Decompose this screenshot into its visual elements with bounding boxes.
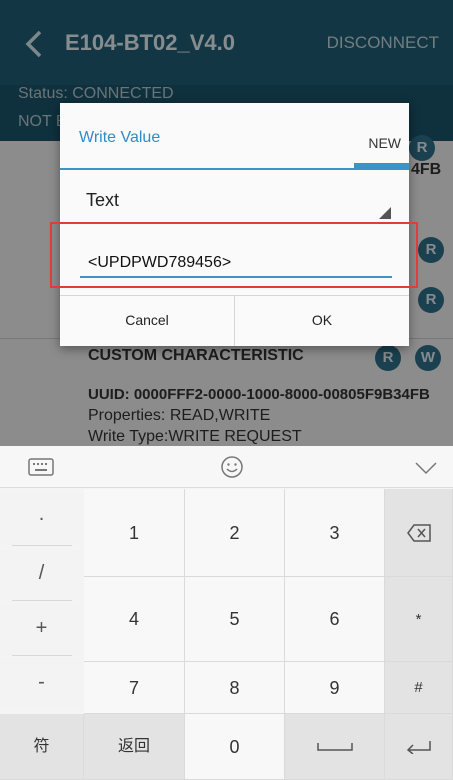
key-8[interactable]: 8 bbox=[185, 662, 285, 714]
key-4[interactable]: 4 bbox=[84, 577, 185, 662]
keyboard-switch-icon[interactable] bbox=[28, 458, 54, 481]
symbol-divider bbox=[12, 600, 72, 601]
soft-keyboard: . / + - 1 2 3 4 5 6 * 7 8 9 # 符 返回 0 bbox=[0, 446, 453, 780]
tab-new[interactable]: NEW bbox=[368, 135, 401, 151]
symbol-key-minus[interactable]: - bbox=[0, 658, 83, 709]
keyboard-toolbar bbox=[0, 446, 453, 488]
enter-key[interactable] bbox=[385, 714, 453, 780]
symbol-toggle-key[interactable]: 符 bbox=[0, 714, 84, 780]
symbol-divider bbox=[12, 655, 72, 656]
symbol-divider bbox=[12, 545, 72, 546]
collapse-icon[interactable] bbox=[414, 461, 438, 480]
dialog-title: Write Value bbox=[79, 129, 161, 146]
key-5[interactable]: 5 bbox=[185, 577, 285, 662]
key-7[interactable]: 7 bbox=[84, 662, 185, 714]
key-hash[interactable]: # bbox=[385, 662, 453, 714]
backspace-icon bbox=[407, 524, 431, 542]
key-asterisk[interactable]: * bbox=[385, 577, 453, 662]
enter-icon bbox=[406, 741, 431, 754]
backspace-key[interactable] bbox=[385, 489, 453, 577]
ok-button[interactable]: OK bbox=[235, 295, 409, 346]
key-3[interactable]: 3 bbox=[285, 489, 385, 577]
space-icon bbox=[317, 743, 353, 751]
key-9[interactable]: 9 bbox=[285, 662, 385, 714]
symbol-key-dot[interactable]: . bbox=[0, 494, 83, 545]
key-2[interactable]: 2 bbox=[185, 489, 285, 577]
input-highlight-box bbox=[50, 222, 418, 288]
value-type-select[interactable]: Text bbox=[86, 190, 119, 211]
emoji-icon[interactable] bbox=[220, 455, 244, 484]
key-6[interactable]: 6 bbox=[285, 577, 385, 662]
dialog-header-divider bbox=[60, 168, 409, 170]
symbol-key-slash[interactable]: / bbox=[0, 549, 83, 600]
key-1[interactable]: 1 bbox=[84, 489, 185, 577]
key-0[interactable]: 0 bbox=[185, 714, 285, 780]
cancel-button[interactable]: Cancel bbox=[60, 295, 234, 346]
space-key[interactable] bbox=[285, 714, 385, 780]
dropdown-triangle-icon[interactable] bbox=[379, 207, 391, 219]
back-key[interactable]: 返回 bbox=[84, 714, 185, 780]
symbol-key-plus[interactable]: + bbox=[0, 604, 83, 655]
